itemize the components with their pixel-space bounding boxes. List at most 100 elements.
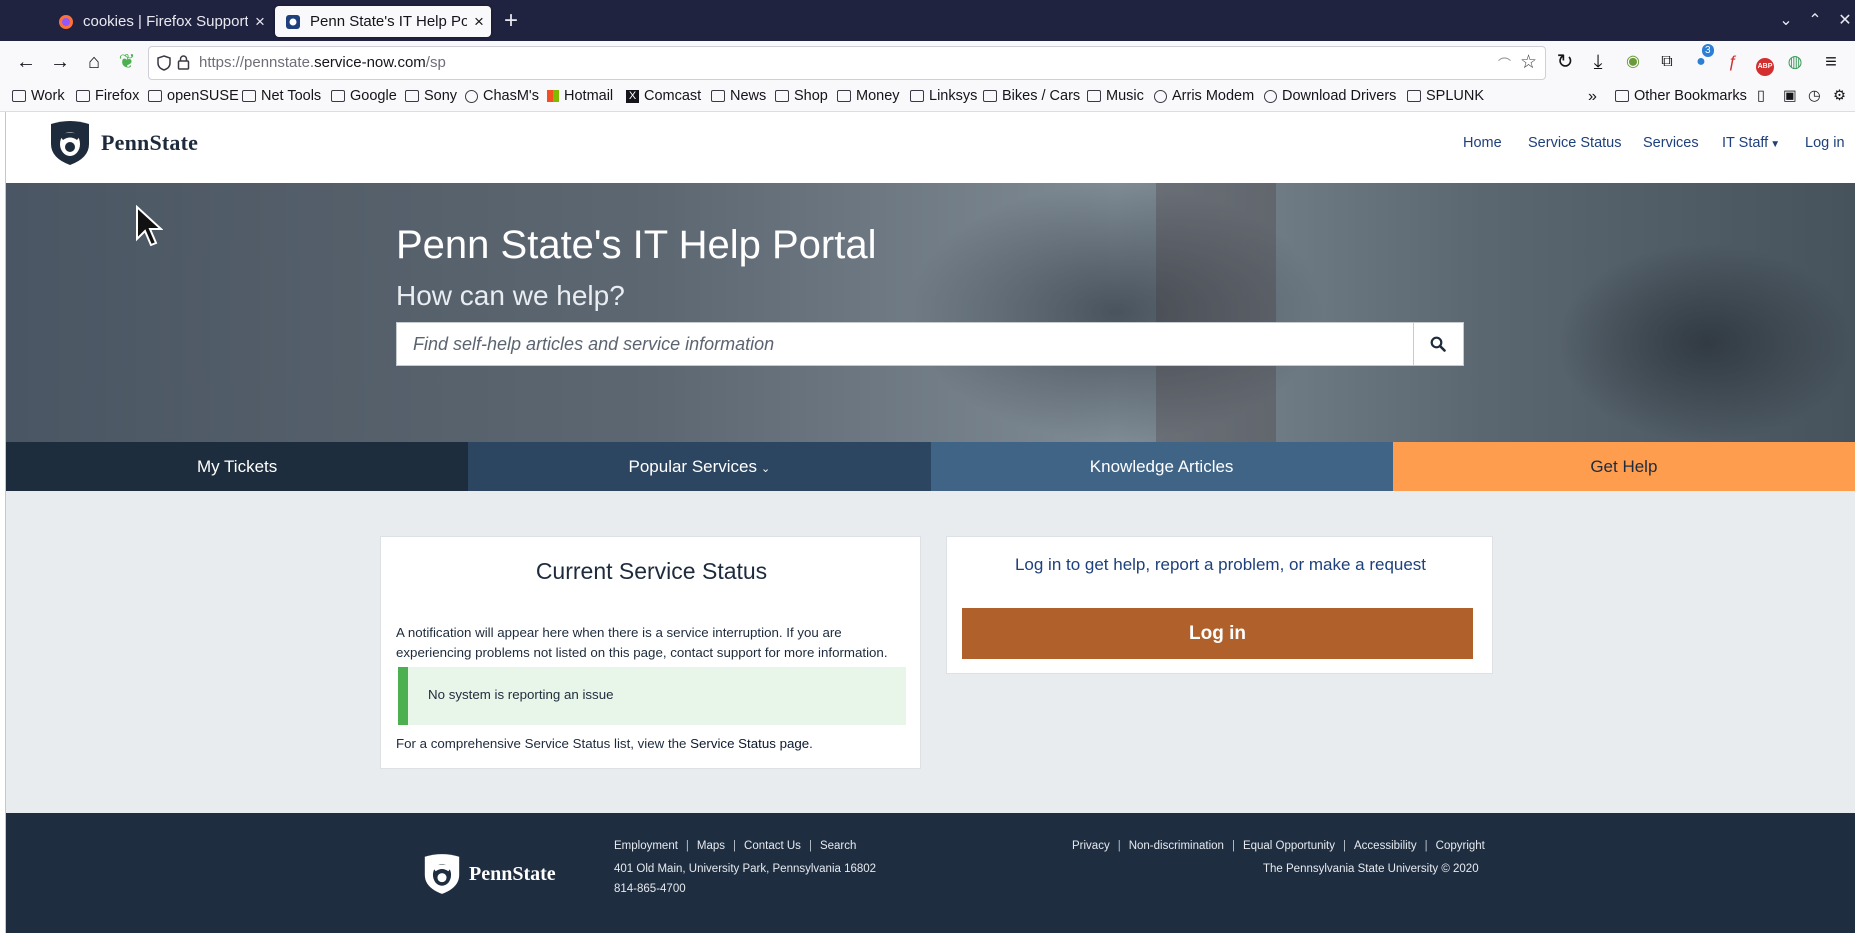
bookmark-google[interactable]: Google [331,88,397,104]
footer-copyright: The Pennsylvania State University © 2020 [1263,863,1479,875]
footer-link-non-discrimination[interactable]: Non-discrimination [1129,840,1224,852]
hero-title: Penn State's IT Help Portal [396,223,877,267]
folder-icon [983,90,997,102]
log-in-button[interactable]: Log in [962,608,1473,659]
bookmark-money[interactable]: Money [837,88,900,104]
bookmark-download-drivers[interactable]: Download Drivers [1264,88,1396,104]
extensions-puzzle-icon[interactable]: ⧉ [1654,50,1680,74]
nav-home[interactable]: Home [1463,135,1502,151]
close-window-icon[interactable]: ✕ [1834,10,1855,30]
footer-link-maps[interactable]: Maps [697,840,725,852]
tile-popular-services[interactable]: Popular Services ⌄ [468,442,931,491]
browser-tab-bar: cookies | Firefox Support F × Penn State… [0,0,1855,41]
service-status-page-link[interactable]: Service Status page [690,736,809,751]
more-bookmarks-icon[interactable]: » [1588,88,1597,106]
bookmark-label: Other Bookmarks [1634,88,1747,104]
bookmark-net-tools[interactable]: Net Tools [242,88,321,104]
bookmark-comcast[interactable]: X Comcast [626,88,701,104]
bookmark-sony[interactable]: Sony [405,88,457,104]
extension-badge-icon[interactable]: ● 3 [1688,44,1714,74]
mouse-pointer-icon [136,205,163,247]
folder-icon [775,90,789,102]
list-all-tabs-icon[interactable]: ⌄ [1775,10,1797,30]
footer-link-privacy[interactable]: Privacy [1072,840,1110,852]
tile-my-tickets[interactable]: My Tickets [6,442,469,491]
footer-logo-text: PennState [469,862,556,885]
folder-icon [76,90,90,102]
tile-get-help[interactable]: Get Help [1392,442,1855,491]
lock-icon[interactable] [177,55,190,70]
extension-leaf-icon[interactable]: ❦ [114,50,140,74]
nav-log-in[interactable]: Log in [1805,135,1845,151]
forward-button[interactable]: → [47,50,73,74]
search-button[interactable] [1413,323,1463,365]
reload-button[interactable]: ↻ [1552,50,1578,74]
minimize-icon[interactable]: ⌃ [1804,10,1826,30]
url-text: https://pennstate.service-now.com/sp [199,54,446,71]
close-tab-icon[interactable]: × [467,12,491,32]
url-scheme: https://pennstate. [199,54,315,71]
tile-label: Get Help [1590,456,1658,476]
footer-link-employment[interactable]: Employment [614,840,678,852]
footer-link-search[interactable]: Search [820,840,856,852]
bookmark-music[interactable]: Music [1087,88,1144,104]
caret-down-icon: ▼ [1770,139,1781,150]
nav-service-status[interactable]: Service Status [1528,135,1622,151]
reader-mode-icon[interactable]: ⌒ [1498,54,1511,73]
bookmark-label: Bikes / Cars [1002,88,1081,104]
tab-title: cookies | Firefox Support F [83,13,248,30]
extension-icon[interactable]: ◉ [1620,50,1646,74]
bookmark-work[interactable]: Work [12,88,65,104]
pennstate-logo[interactable]: PennState [49,120,198,166]
bookmark-news[interactable]: News [711,88,766,104]
footer-separator: | [1424,840,1428,852]
url-bar[interactable]: https://pennstate.service-now.com/sp ⌒ ☆ [148,46,1546,80]
search-box [396,322,1464,366]
close-tab-icon[interactable]: × [248,12,272,32]
bookmark-arris-modem[interactable]: Arris Modem [1154,88,1254,104]
other-bookmarks[interactable]: Other Bookmarks [1615,88,1747,104]
logo-text: PennState [101,130,199,155]
nav-it-staff[interactable]: IT Staff ▼ [1722,135,1780,151]
footer-link-equal-opportunity[interactable]: Equal Opportunity [1243,840,1335,852]
footer-pennstate-logo[interactable]: PennState [423,853,556,895]
bookmark-chasms[interactable]: ChasM's [465,88,539,104]
bookmark-linksys[interactable]: Linksys [910,88,977,104]
bookmark-label: Money [856,88,900,104]
firefox-icon [59,14,73,29]
bookmark-bikes-cars[interactable]: Bikes / Cars [983,88,1080,104]
back-button[interactable]: ← [13,50,39,74]
bookmark-firefox[interactable]: Firefox [76,88,139,104]
bookmark-star-icon[interactable]: ☆ [1520,51,1537,74]
menu-icon[interactable]: ≡ [1818,50,1844,74]
bookmark-hotmail[interactable]: Hotmail [547,88,613,104]
search-input[interactable] [397,323,1415,365]
nav-it-staff-label: IT Staff [1722,135,1769,151]
bookmark-shop[interactable]: Shop [775,88,828,104]
tab-it-help-portal[interactable]: Penn State's IT Help Portal × [275,6,491,37]
adblock-icon[interactable]: ABP [1752,50,1778,76]
folder-icon [1087,90,1101,102]
bookmark-label: News [730,88,767,104]
sidebar-icon[interactable]: ▯ [1757,88,1765,104]
folder-icon [405,90,419,102]
flash-icon[interactable]: ƒ [1720,50,1746,74]
history-icon[interactable]: ◷ [1808,88,1821,104]
footer-link-copyright[interactable]: Copyright [1436,840,1485,852]
footer-link-contact-us[interactable]: Contact Us [744,840,801,852]
nav-services[interactable]: Services [1643,135,1699,151]
home-button[interactable]: ⌂ [81,50,107,74]
tile-knowledge-articles[interactable]: Knowledge Articles [930,442,1393,491]
screenshot-icon[interactable]: ▣ [1783,88,1797,104]
bookmark-label: Arris Modem [1172,88,1255,104]
bookmark-splunk[interactable]: SPLUNK [1407,88,1484,104]
settings-gear-icon[interactable]: ⚙ [1833,88,1846,104]
bookmark-opensuse[interactable]: openSUSE [148,88,239,104]
bookmark-label: ChasM's [483,88,539,104]
new-tab-button[interactable]: + [499,9,523,33]
tab-firefox-support[interactable]: cookies | Firefox Support F × [48,6,272,37]
footer-link-accessibility[interactable]: Accessibility [1354,840,1417,852]
downloads-icon[interactable]: ⤓ [1585,50,1611,74]
status-card-title: Current Service Status [535,558,768,584]
extension-green-icon[interactable]: ◍ [1782,50,1808,74]
